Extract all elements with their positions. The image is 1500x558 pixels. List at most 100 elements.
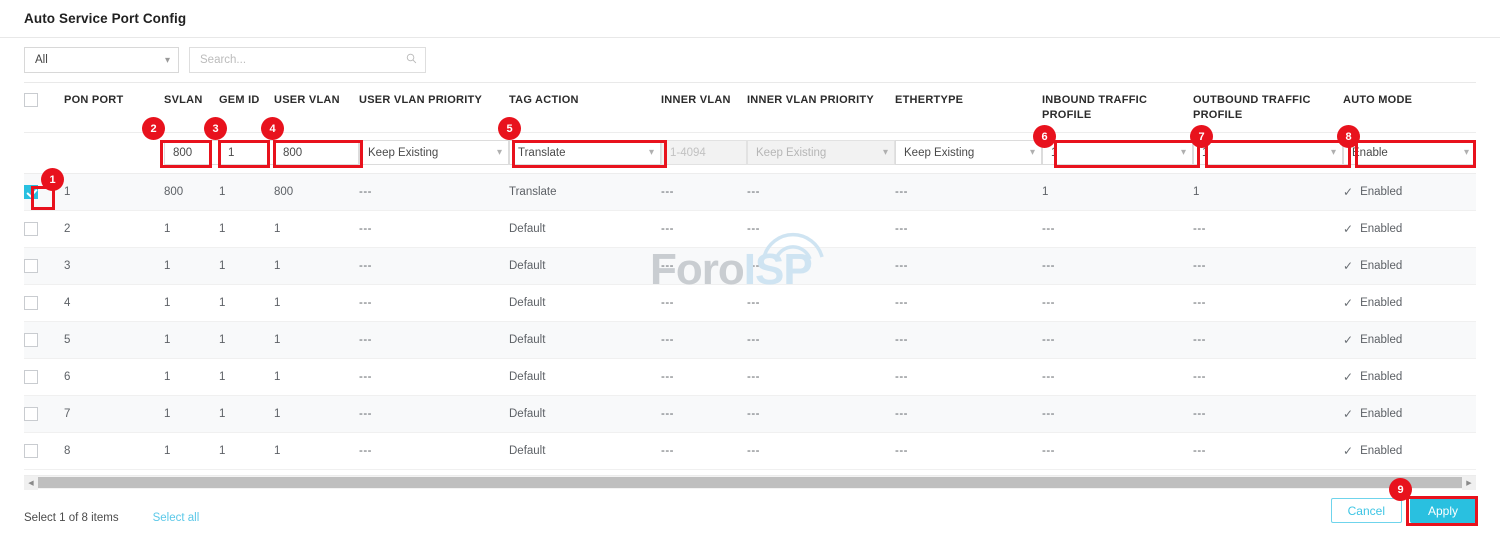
scrollbar-thumb[interactable] — [38, 477, 1462, 488]
col-user-vlan: USER VLAN — [274, 83, 359, 132]
row-checkbox[interactable] — [24, 407, 38, 421]
table-row[interactable]: 3 1 1 1 --- Default --- --- --- --- --- … — [24, 247, 1476, 284]
row-checkbox[interactable] — [24, 296, 38, 310]
apply-button[interactable]: Apply — [1410, 498, 1476, 523]
table-row[interactable]: 1 800 1 800 --- Translate --- --- --- 1 … — [24, 173, 1476, 210]
cell-ivprio: --- — [747, 432, 895, 469]
cell-ivprio: --- — [747, 210, 895, 247]
cancel-button[interactable]: Cancel — [1331, 498, 1402, 523]
inbound-traffic-profile-select[interactable]: 1 ▾ — [1042, 140, 1193, 165]
search-placeholder: Search... — [200, 54, 246, 66]
cell-pon: 1 — [64, 173, 164, 210]
cell-uvprio: --- — [359, 321, 509, 358]
table-row[interactable]: 8 1 1 1 --- Default --- --- --- --- --- … — [24, 432, 1476, 469]
outbound-traffic-profile-select[interactable]: 1 ▾ — [1193, 140, 1343, 165]
horizontal-scrollbar[interactable]: ◀ ▶ — [24, 475, 1476, 489]
cell-uvlan: 1 — [274, 432, 359, 469]
inner-vlan-input[interactable]: 1-4094 — [661, 140, 747, 165]
automode-label: Enabled — [1360, 297, 1402, 309]
row-checkbox-cell — [24, 321, 64, 358]
inner-vlan-priority-select[interactable]: Keep Existing ▾ — [747, 140, 895, 165]
chevron-down-icon: ▾ — [1464, 147, 1469, 158]
ethertype-select[interactable]: Keep Existing ▾ — [895, 140, 1042, 165]
col-svlan: SVLAN — [164, 83, 219, 132]
cell-gem: 1 — [219, 395, 274, 432]
col-outbound-traffic-profile: OUTBOUND TRAFFIC PROFILE — [1193, 83, 1343, 132]
user-vlan-input[interactable]: 800 — [274, 140, 359, 165]
cell-pon: 3 — [64, 247, 164, 284]
table-row[interactable]: 2 1 1 1 --- Default --- --- --- --- --- … — [24, 210, 1476, 247]
chevron-down-icon: ▾ — [497, 147, 502, 158]
automode-label: Enabled — [1360, 445, 1402, 457]
chevron-down-icon: ▾ — [883, 147, 888, 158]
cell-inbound: --- — [1042, 284, 1193, 321]
bulk-edit-uvlan-cell: 800 — [274, 132, 359, 173]
cell-ivprio: --- — [747, 284, 895, 321]
cell-outbound: 1 — [1193, 173, 1343, 210]
cell-pon: 5 — [64, 321, 164, 358]
cell-tag: Default — [509, 395, 661, 432]
row-checkbox[interactable] — [24, 333, 38, 347]
cell-gem: 1 — [219, 173, 274, 210]
cell-uvprio: --- — [359, 284, 509, 321]
cell-svlan: 1 — [164, 210, 219, 247]
select-all-checkbox[interactable] — [24, 93, 38, 107]
row-checkbox[interactable] — [24, 222, 38, 236]
cell-ivlan: --- — [661, 321, 747, 358]
cell-ivprio: --- — [747, 321, 895, 358]
cell-automode: ✓ Enabled — [1343, 284, 1476, 321]
table-row[interactable]: 5 1 1 1 --- Default --- --- --- --- --- … — [24, 321, 1476, 358]
cell-svlan: 1 — [164, 395, 219, 432]
cell-tag: Default — [509, 247, 661, 284]
search-input[interactable]: Search... — [189, 47, 426, 73]
check-icon: ✓ — [1343, 296, 1353, 310]
cell-ivlan: --- — [661, 173, 747, 210]
row-checkbox[interactable] — [24, 259, 38, 273]
cell-ivlan: --- — [661, 210, 747, 247]
cell-uvprio: --- — [359, 432, 509, 469]
cell-automode: ✓Enabled — [1343, 432, 1476, 469]
cell-ether: --- — [895, 432, 1042, 469]
check-icon: ✓ — [1343, 259, 1353, 273]
gem-id-input[interactable]: 1 — [219, 140, 274, 165]
bulk-edit-svlan-cell: 800 — [164, 132, 219, 173]
row-checkbox[interactable] — [24, 370, 38, 384]
col-inner-vlan: INNER VLAN — [661, 83, 747, 132]
bulk-edit-pon-cell — [64, 132, 164, 173]
page-title: Auto Service Port Config — [24, 11, 186, 26]
cell-uvprio: --- — [359, 173, 509, 210]
svlan-input[interactable]: 800 — [164, 140, 219, 165]
cell-pon: 2 — [64, 210, 164, 247]
cell-pon: 7 — [64, 395, 164, 432]
row-checkbox[interactable] — [24, 185, 38, 199]
table-row[interactable]: 4 1 1 1 --- Default --- --- --- --- --- … — [24, 284, 1476, 321]
scroll-right-arrow-icon[interactable]: ▶ — [1462, 476, 1476, 490]
user-vlan-priority-select[interactable]: Keep Existing ▾ — [359, 140, 509, 165]
cell-uvprio: --- — [359, 395, 509, 432]
selection-count: Select 1 of 8 items — [24, 512, 119, 524]
row-checkbox-cell — [24, 432, 64, 469]
cell-svlan: 1 — [164, 321, 219, 358]
auto-mode-select[interactable]: Enable ▾ — [1343, 140, 1476, 165]
row-checkbox[interactable] — [24, 444, 38, 458]
cell-ether: --- — [895, 395, 1042, 432]
chevron-down-icon: ▾ — [649, 147, 654, 158]
cell-gem: 1 — [219, 210, 274, 247]
tag-action-select[interactable]: Translate ▾ — [509, 140, 661, 165]
cell-automode: ✓Enabled — [1343, 247, 1476, 284]
cell-uvprio: --- — [359, 247, 509, 284]
table-row[interactable]: 7 1 1 1 --- Default --- --- --- --- --- … — [24, 395, 1476, 432]
scroll-left-arrow-icon[interactable]: ◀ — [24, 476, 38, 490]
table-row[interactable]: 6 1 1 1 --- Default --- --- --- --- --- … — [24, 358, 1476, 395]
bulk-edit-ether-cell: Keep Existing ▾ — [895, 132, 1042, 173]
cell-uvlan: 1 — [274, 321, 359, 358]
cell-pon: 6 — [64, 358, 164, 395]
gem-id-input-value: 1 — [228, 147, 234, 159]
cell-ivprio: --- — [747, 247, 895, 284]
select-all-link[interactable]: Select all — [153, 512, 200, 524]
scope-select[interactable]: All ▾ — [24, 47, 179, 73]
cell-ether: --- — [895, 358, 1042, 395]
bulk-edit-uvprio-cell: Keep Existing ▾ — [359, 132, 509, 173]
cell-outbound: --- — [1193, 395, 1343, 432]
cell-automode: ✓Enabled — [1343, 210, 1476, 247]
